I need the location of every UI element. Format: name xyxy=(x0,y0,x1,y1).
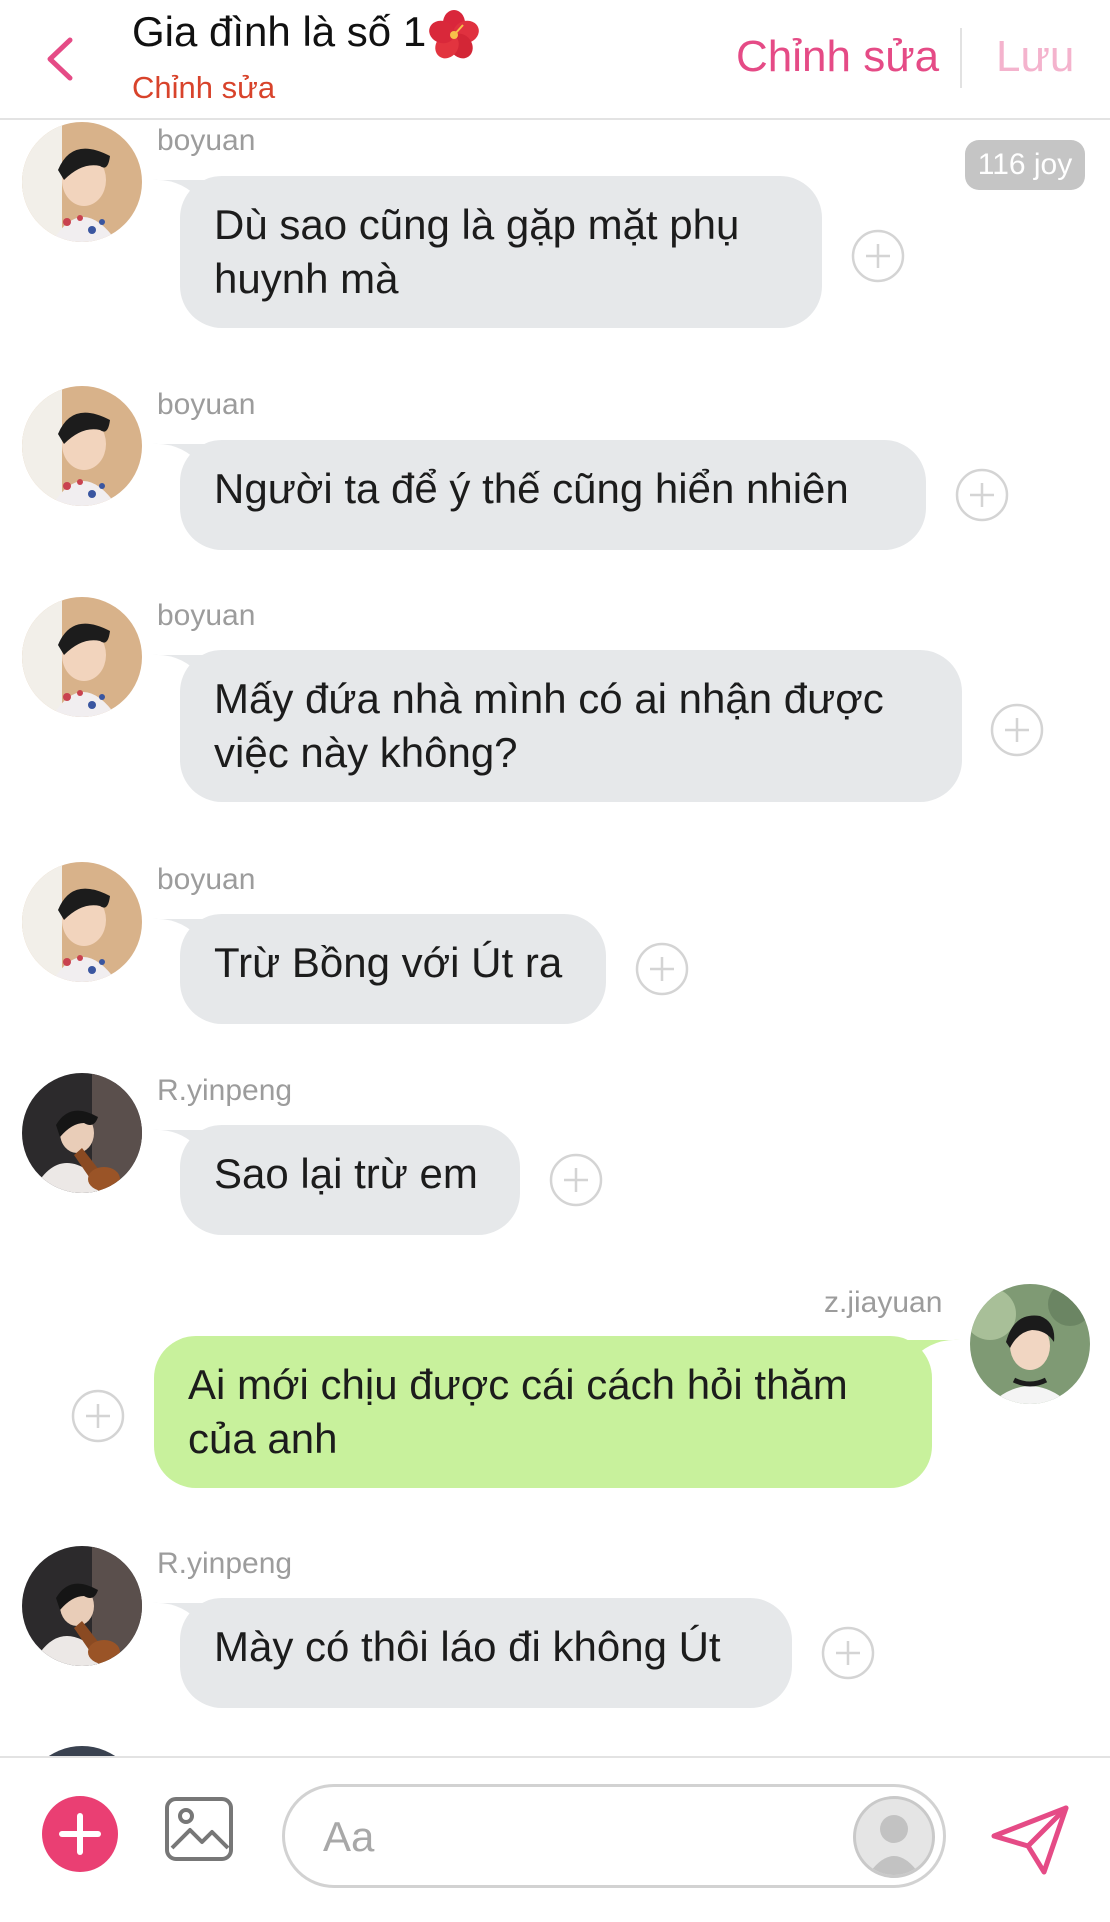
edit-button[interactable]: Chỉnh sửa xyxy=(736,32,939,82)
message-username: boyuan xyxy=(157,599,256,632)
message-line: Trừ Bồng với Út ra xyxy=(214,939,563,986)
message-line: Sao lại trừ em xyxy=(214,1150,478,1197)
message-bubble[interactable]: Dù sao cũng là gặp mặt phụ huynh mà xyxy=(180,176,822,328)
avatar-boyuan[interactable] xyxy=(22,597,142,717)
add-reaction-icon[interactable] xyxy=(635,942,689,996)
hibiscus-flower-icon xyxy=(429,9,480,59)
message-username: R.yinpeng xyxy=(157,1547,293,1580)
add-reaction-icon[interactable] xyxy=(990,703,1044,757)
message-username: boyuan xyxy=(157,388,256,421)
add-reaction-icon[interactable] xyxy=(955,468,1009,522)
chat-title: Gia đình là số 1 xyxy=(132,8,480,61)
message-input-placeholder: Aa xyxy=(323,1813,375,1860)
avatar-boyuan[interactable] xyxy=(22,862,142,982)
message-bubble[interactable]: Ai mới chịu được cái cách hỏi thăm của a… xyxy=(154,1336,932,1488)
add-reaction-icon[interactable] xyxy=(549,1153,603,1207)
back-chevron-icon[interactable] xyxy=(40,34,84,84)
persona-avatar-icon[interactable] xyxy=(853,1796,935,1878)
send-icon[interactable] xyxy=(988,1802,1072,1876)
message-bubble[interactable]: Mày có thôi láo đi không Út xyxy=(180,1598,792,1708)
message-username: R.yinpeng xyxy=(157,1074,293,1107)
image-picker-icon[interactable] xyxy=(164,1794,234,1864)
message-bubble[interactable]: Mấy đứa nhà mình có ai nhận được việc nà… xyxy=(180,650,962,802)
avatar-r-yinpeng[interactable] xyxy=(22,1546,142,1666)
joy-count-badge: 116 joy xyxy=(965,140,1085,190)
chat-subtitle-edit[interactable]: Chỉnh sửa xyxy=(132,70,275,106)
avatar-z-jiayuan[interactable] xyxy=(970,1284,1090,1404)
save-button[interactable]: Lưu xyxy=(996,32,1074,82)
message-bubble[interactable]: Trừ Bồng với Út ra xyxy=(180,914,606,1024)
avatar-r-yinpeng[interactable] xyxy=(22,1073,142,1193)
composer-bar: Aa xyxy=(0,1756,1110,1922)
message-line: Mấy đứa nhà mình có ai nhận được xyxy=(214,675,884,722)
add-reaction-icon[interactable] xyxy=(851,229,905,283)
message-input[interactable]: Aa xyxy=(282,1784,946,1888)
header-divider xyxy=(960,28,962,88)
message-line: việc này không? xyxy=(214,729,518,776)
message-username: boyuan xyxy=(157,863,256,896)
add-reaction-icon[interactable] xyxy=(71,1389,125,1443)
avatar-partial xyxy=(22,1746,142,1756)
message-line: Người ta để ý thế cũng hiển nhiên xyxy=(214,465,849,512)
avatar-boyuan[interactable] xyxy=(22,386,142,506)
message-line: Dù sao cũng là gặp mặt phụ xyxy=(214,201,740,248)
chat-header: Gia đình là số 1 Chỉnh sửa Chỉnh sửa Lưu xyxy=(0,0,1110,120)
chat-title-text: Gia đình là số 1 xyxy=(132,8,427,55)
message-bubble[interactable]: Người ta để ý thế cũng hiển nhiên xyxy=(180,440,926,550)
plus-icon xyxy=(59,1813,101,1855)
message-line: Ai mới chịu được cái cách hỏi thăm xyxy=(188,1361,848,1408)
message-bubble[interactable]: Sao lại trừ em xyxy=(180,1125,520,1235)
add-button[interactable] xyxy=(42,1796,118,1872)
message-list[interactable]: 116 joy boyuan Dù sao cũng là gặp mặt ph… xyxy=(0,120,1110,1756)
message-username: boyuan xyxy=(157,124,256,157)
message-line: Mày có thôi láo đi không Út xyxy=(214,1623,721,1670)
message-line: huynh mà xyxy=(214,255,399,302)
message-username: z.jiayuan xyxy=(824,1286,943,1319)
message-line: của anh xyxy=(188,1415,338,1462)
add-reaction-icon[interactable] xyxy=(821,1626,875,1680)
avatar-boyuan[interactable] xyxy=(22,122,142,242)
